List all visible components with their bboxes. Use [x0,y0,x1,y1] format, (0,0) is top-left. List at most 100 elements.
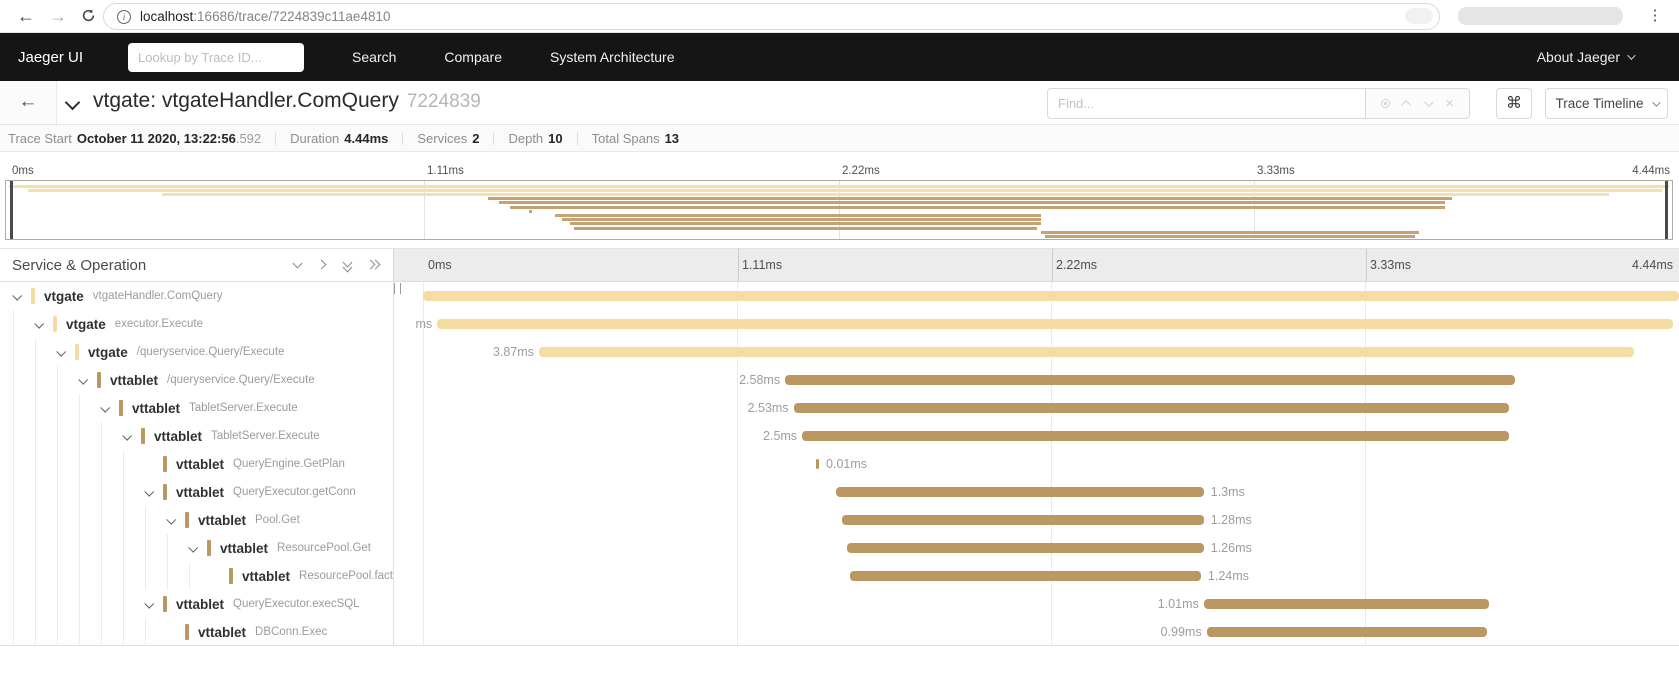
span-duration-bar[interactable] [816,459,819,469]
tree-indent-guide [57,562,58,590]
span-bar-cell[interactable]: 2.58ms [393,366,1679,394]
span-bar-cell[interactable]: 3.87ms [393,338,1679,366]
page-info-icon[interactable]: i [117,10,131,24]
span-tree-cell[interactable]: vttabletDBConn.Exec [0,618,393,646]
expand-chevron-icon[interactable] [188,542,198,552]
span-duration-bar[interactable] [794,403,1510,413]
span-row[interactable]: vtgateexecutor.Executems [0,310,1679,338]
expand-chevron-icon[interactable] [166,514,176,524]
jaeger-logo[interactable]: Jaeger UI [18,49,83,66]
expand-chevron-icon[interactable] [78,374,88,384]
browser-reload-icon[interactable] [74,2,102,30]
expand-chevron-icon[interactable] [56,346,66,356]
span-row[interactable]: vttabletQueryEngine.GetPlan0.01ms [0,450,1679,478]
trace-view-selector[interactable]: Trace Timeline [1545,88,1668,119]
span-row[interactable]: vtgatevtgateHandler.ComQuery [0,282,1679,310]
span-tree-cell[interactable]: vtgateexecutor.Execute [0,310,393,338]
tree-indent-guide [123,506,124,534]
expand-one-icon[interactable] [317,259,329,271]
focus-match-icon[interactable] [1381,99,1390,108]
span-tree-cell[interactable]: vttabletQueryExecutor.execSQL [0,590,393,618]
keyboard-shortcuts-button[interactable]: ⌘ [1496,88,1532,119]
collapse-header-chevron-icon[interactable] [65,95,81,111]
span-duration-bar[interactable] [842,515,1204,525]
span-tree-cell[interactable]: vttabletPool.Get [0,506,393,534]
span-bar-cell[interactable]: 1.26ms [393,534,1679,562]
collapse-all-icon[interactable] [342,259,354,271]
span-row[interactable]: vttabletQueryExecutor.getConn1.3ms [0,478,1679,506]
span-bar-cell[interactable]: 2.5ms [393,422,1679,450]
span-bar-cell[interactable]: 0.01ms [393,450,1679,478]
span-row[interactable]: vttabletDBConn.Exec0.99ms [0,618,1679,646]
span-bar-cell[interactable]: 2.53ms [393,394,1679,422]
expand-chevron-icon[interactable] [100,402,110,412]
operation-name: ResourcePool.factory [299,570,393,582]
trace-lookup-input[interactable] [128,43,304,72]
span-row[interactable]: vttablet/queryservice.Query/Execute2.58m… [0,366,1679,394]
span-tree-cell[interactable]: vttabletResourcePool.Get [0,534,393,562]
browser-forward-icon[interactable]: → [44,2,72,30]
span-duration-bar[interactable] [847,543,1203,553]
span-tree-cell[interactable]: vttabletQueryEngine.GetPlan [0,450,393,478]
nav-item-system-architecture[interactable]: System Architecture [550,49,675,65]
span-duration-bar[interactable] [802,431,1509,441]
span-duration-bar[interactable] [785,375,1515,385]
span-row[interactable]: vttabletQueryExecutor.execSQL1.01ms [0,590,1679,618]
span-tree-cell[interactable]: vttablet/queryservice.Query/Execute [0,366,393,394]
tree-indent-guide [35,338,36,366]
trace-minimap[interactable] [5,180,1673,240]
expand-chevron-icon[interactable] [144,486,154,496]
span-tree-cell[interactable]: vttabletTabletServer.Execute [0,394,393,422]
span-bar-cell[interactable]: 1.01ms [393,590,1679,618]
span-row[interactable]: vttabletTabletServer.Execute 2.5ms [0,422,1679,450]
span-bar-cell[interactable]: 1.3ms [393,478,1679,506]
minimap-left-handle[interactable] [10,181,13,239]
expand-chevron-icon[interactable] [34,318,44,328]
span-bar-cell[interactable]: 0.99ms [393,618,1679,646]
span-tree-cell[interactable]: vttabletQueryExecutor.getConn [0,478,393,506]
span-duration-bar[interactable] [539,347,1634,357]
about-jaeger-menu[interactable]: About Jaeger [1537,49,1633,65]
span-row[interactable]: vttabletTabletServer.Execute2.53ms [0,394,1679,422]
service-name: vttablet [198,625,246,640]
expand-chevron-icon[interactable] [12,290,22,300]
minimap-right-handle[interactable] [1665,181,1668,239]
span-row[interactable]: vttabletResourcePool.Get1.26ms [0,534,1679,562]
span-tree-cell[interactable]: vtgatevtgateHandler.ComQuery [0,282,393,310]
span-duration-bar[interactable] [437,319,1673,329]
span-duration-bar[interactable] [423,291,1679,301]
back-button[interactable]: ← [0,81,57,124]
span-tree-cell[interactable]: vttabletResourcePool.factory [0,562,393,590]
next-result-icon[interactable] [1424,100,1431,107]
span-bar-cell[interactable]: 1.28ms [393,506,1679,534]
span-tree-cell[interactable]: vttabletTabletServer.Execute [0,422,393,450]
span-duration-bar[interactable] [850,571,1201,581]
url-bar[interactable]: i localhost:16686/trace/7224839c11ae4810 [103,3,1440,30]
summary-value: 13 [665,131,679,146]
browser-back-icon[interactable]: ← [12,2,40,30]
span-duration-bar[interactable] [1204,599,1490,609]
span-row[interactable]: vttabletResourcePool.factory1.24ms [0,562,1679,590]
span-bar-cell[interactable]: ms [393,310,1679,338]
span-row[interactable]: vttabletPool.Get1.28ms [0,506,1679,534]
expand-chevron-icon[interactable] [144,598,154,608]
span-duration-label: 3.87ms [493,345,534,359]
prev-result-icon[interactable] [1404,100,1411,107]
span-duration-bar[interactable] [836,487,1204,497]
find-input[interactable] [1047,88,1365,119]
expand-all-icon[interactable] [367,259,379,271]
minimap-span-bar [488,197,1453,200]
collapse-one-icon[interactable] [292,259,304,271]
span-bar-cell[interactable]: 1.24ms [393,562,1679,590]
browser-menu-icon[interactable]: ⋮ [1643,4,1667,28]
span-tree-cell[interactable]: vtgate/queryservice.Query/Execute [0,338,393,366]
clear-search-icon[interactable]: × [1445,96,1454,111]
span-row[interactable]: vtgate/queryservice.Query/Execute 3.87ms [0,338,1679,366]
nav-item-compare[interactable]: Compare [444,49,502,65]
span-name-line: vttabletTabletServer.Execute [121,422,320,450]
tree-indent-guide [123,534,124,562]
span-duration-bar[interactable] [1207,627,1487,637]
span-bar-cell[interactable] [393,282,1679,310]
expand-chevron-icon[interactable] [122,430,132,440]
nav-item-search[interactable]: Search [352,49,396,65]
